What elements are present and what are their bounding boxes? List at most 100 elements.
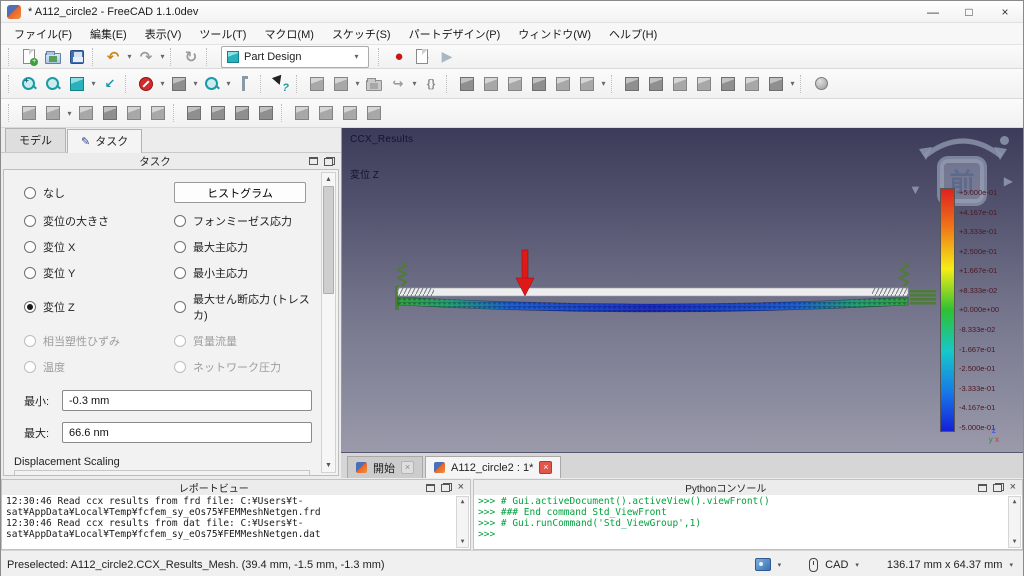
menu-tools[interactable]: ツール(T) (190, 23, 255, 45)
measure-button[interactable] (234, 73, 256, 95)
nav-dot-icon[interactable] (1000, 136, 1009, 145)
linear-pattern-button[interactable] (315, 102, 337, 124)
zoom-tools-button[interactable] (201, 73, 223, 95)
radio-displacement-x[interactable]: 変位 X (24, 239, 174, 255)
3d-viewport[interactable]: CCX_Results 変位 Z 前 ▶ ▼ +5 (341, 128, 1023, 452)
axonometric-view-button[interactable]: ↙ (99, 73, 121, 95)
close-button[interactable]: × (987, 1, 1023, 22)
render-mode-icon[interactable] (755, 558, 771, 571)
pad-button[interactable] (480, 73, 502, 95)
navigation-style[interactable]: CAD (825, 559, 848, 571)
python-console-log[interactable]: >>> # Gui.activeDocument().activeView().… (474, 495, 1022, 549)
scroll-up-icon[interactable]: ▲ (1013, 497, 1017, 507)
subtractive-loft-button[interactable] (693, 73, 715, 95)
menu-sketch[interactable]: スケッチ(S) (323, 23, 400, 45)
tab-start-page[interactable]: 開始 × (347, 456, 423, 478)
zoom-selection-button[interactable] (42, 73, 64, 95)
additive-loft-button[interactable] (528, 73, 550, 95)
fit-all-button[interactable]: + (18, 73, 40, 95)
tab-document-a112[interactable]: A112_circle2 : 1* × (425, 456, 561, 478)
maximize-button[interactable]: □ (951, 1, 987, 22)
menu-view[interactable]: 表示(V) (136, 23, 191, 45)
minimize-button[interactable]: — (915, 1, 951, 22)
max-value-input[interactable] (62, 422, 312, 443)
macro-edit-button[interactable]: ✎ (412, 46, 434, 68)
histogram-button[interactable]: ヒストグラム (174, 182, 306, 203)
redo-button[interactable]: ↷ (135, 46, 157, 68)
subtractive-box-button[interactable] (765, 73, 787, 95)
workbench-selector[interactable]: Part Design ▾ (221, 46, 369, 68)
view-cube-button[interactable] (168, 73, 190, 95)
float-panel-icon[interactable] (993, 483, 1004, 492)
close-panel-icon[interactable]: × (1010, 483, 1016, 492)
radio-displacement-z[interactable]: 変位 Z (24, 299, 174, 315)
create-datum-button[interactable] (330, 73, 352, 95)
nav-right-arrow-icon[interactable]: ▶ (1004, 174, 1013, 188)
datum-dropdown[interactable]: ▾ (353, 79, 362, 88)
float-panel-icon[interactable] (324, 157, 335, 166)
create-body-button[interactable] (456, 73, 478, 95)
close-panel-icon[interactable]: × (458, 483, 464, 492)
draft-button[interactable] (231, 102, 253, 124)
console-scrollbar[interactable]: ▲ ▼ (1008, 496, 1021, 548)
macro-record-button[interactable]: ● (388, 46, 410, 68)
edit-sketch-dropdown[interactable]: ▾ (65, 109, 74, 118)
save-button[interactable] (66, 46, 88, 68)
new-document-button[interactable]: + (18, 46, 40, 68)
menu-edit[interactable]: 編集(E) (81, 23, 136, 45)
nav-left-arrow-icon[interactable]: ▼ (909, 182, 922, 197)
chamfer-button[interactable] (207, 102, 229, 124)
hole-button[interactable] (645, 73, 667, 95)
console-prompt[interactable]: >>> (478, 529, 1006, 540)
pocket-button[interactable] (621, 73, 643, 95)
dock-panel-icon[interactable] (978, 484, 987, 492)
view-dimensions-dropdown[interactable]: ▾ (1009, 561, 1013, 569)
menu-macro[interactable]: マクロ(M) (255, 23, 323, 45)
navigation-style-dropdown[interactable]: ▾ (855, 561, 859, 569)
tab-close-icon-active[interactable]: × (539, 461, 552, 474)
revolve-button[interactable] (504, 73, 526, 95)
additive-primitive-button[interactable] (576, 73, 598, 95)
expressions-button[interactable]: {} (420, 73, 442, 95)
scroll-up-icon[interactable]: ▲ (461, 497, 465, 507)
thickness-button[interactable] (255, 102, 277, 124)
scroll-down-icon[interactable]: ▼ (325, 459, 332, 472)
tab-close-icon[interactable]: × (401, 461, 414, 474)
draw-style-dropdown[interactable]: ▾ (89, 79, 98, 88)
scroll-down-icon[interactable]: ▼ (461, 537, 465, 547)
radio-von-mises-stress[interactable]: フォンミーゼス応力 (174, 213, 312, 229)
clipping-dropdown[interactable]: ▾ (158, 79, 167, 88)
scroll-up-icon[interactable]: ▲ (325, 173, 332, 186)
create-part-button[interactable] (306, 73, 328, 95)
radio-max-shear-stress[interactable]: 最大せん断応力 (トレスカ) (174, 291, 312, 323)
subtractive-pipe-button[interactable] (717, 73, 739, 95)
clone-button[interactable] (147, 102, 169, 124)
map-sketch-button[interactable] (75, 102, 97, 124)
boolean-button[interactable] (810, 73, 832, 95)
render-mode-dropdown[interactable]: ▾ (778, 561, 782, 569)
menu-partdesign[interactable]: パートデザイン(P) (400, 23, 510, 45)
radio-max-principal-stress[interactable]: 最大主応力 (174, 239, 312, 255)
fillet-button[interactable] (183, 102, 205, 124)
radio-displacement-magnitude[interactable]: 変位の大きさ (24, 213, 174, 229)
float-panel-icon[interactable] (441, 483, 452, 492)
link-dropdown[interactable]: ▾ (410, 79, 419, 88)
menu-windows[interactable]: ウィンドウ(W) (509, 23, 600, 45)
additive-primitive-dropdown[interactable]: ▾ (599, 79, 608, 88)
edit-sketch-button[interactable] (42, 102, 64, 124)
refresh-button[interactable]: ↻ (180, 46, 202, 68)
dock-panel-icon[interactable] (426, 484, 435, 492)
undo-button[interactable]: ↶ (102, 46, 124, 68)
create-group-button[interactable] (363, 73, 385, 95)
task-panel-scrollbar[interactable]: ▲ ▼ (321, 172, 336, 473)
draw-style-button[interactable] (66, 73, 88, 95)
groove-button[interactable] (669, 73, 691, 95)
subtractive-dropdown[interactable]: ▾ (788, 79, 797, 88)
zoom-tools-dropdown[interactable]: ▾ (224, 79, 233, 88)
report-scrollbar[interactable]: ▲ ▼ (456, 496, 469, 548)
radio-none[interactable]: なし (24, 185, 174, 201)
scroll-down-icon[interactable]: ▼ (1013, 537, 1017, 547)
report-view-log[interactable]: 12:30:46 Read ccx results from frd file:… (2, 495, 470, 549)
additive-pipe-button[interactable] (552, 73, 574, 95)
menu-file[interactable]: ファイル(F) (5, 23, 81, 45)
